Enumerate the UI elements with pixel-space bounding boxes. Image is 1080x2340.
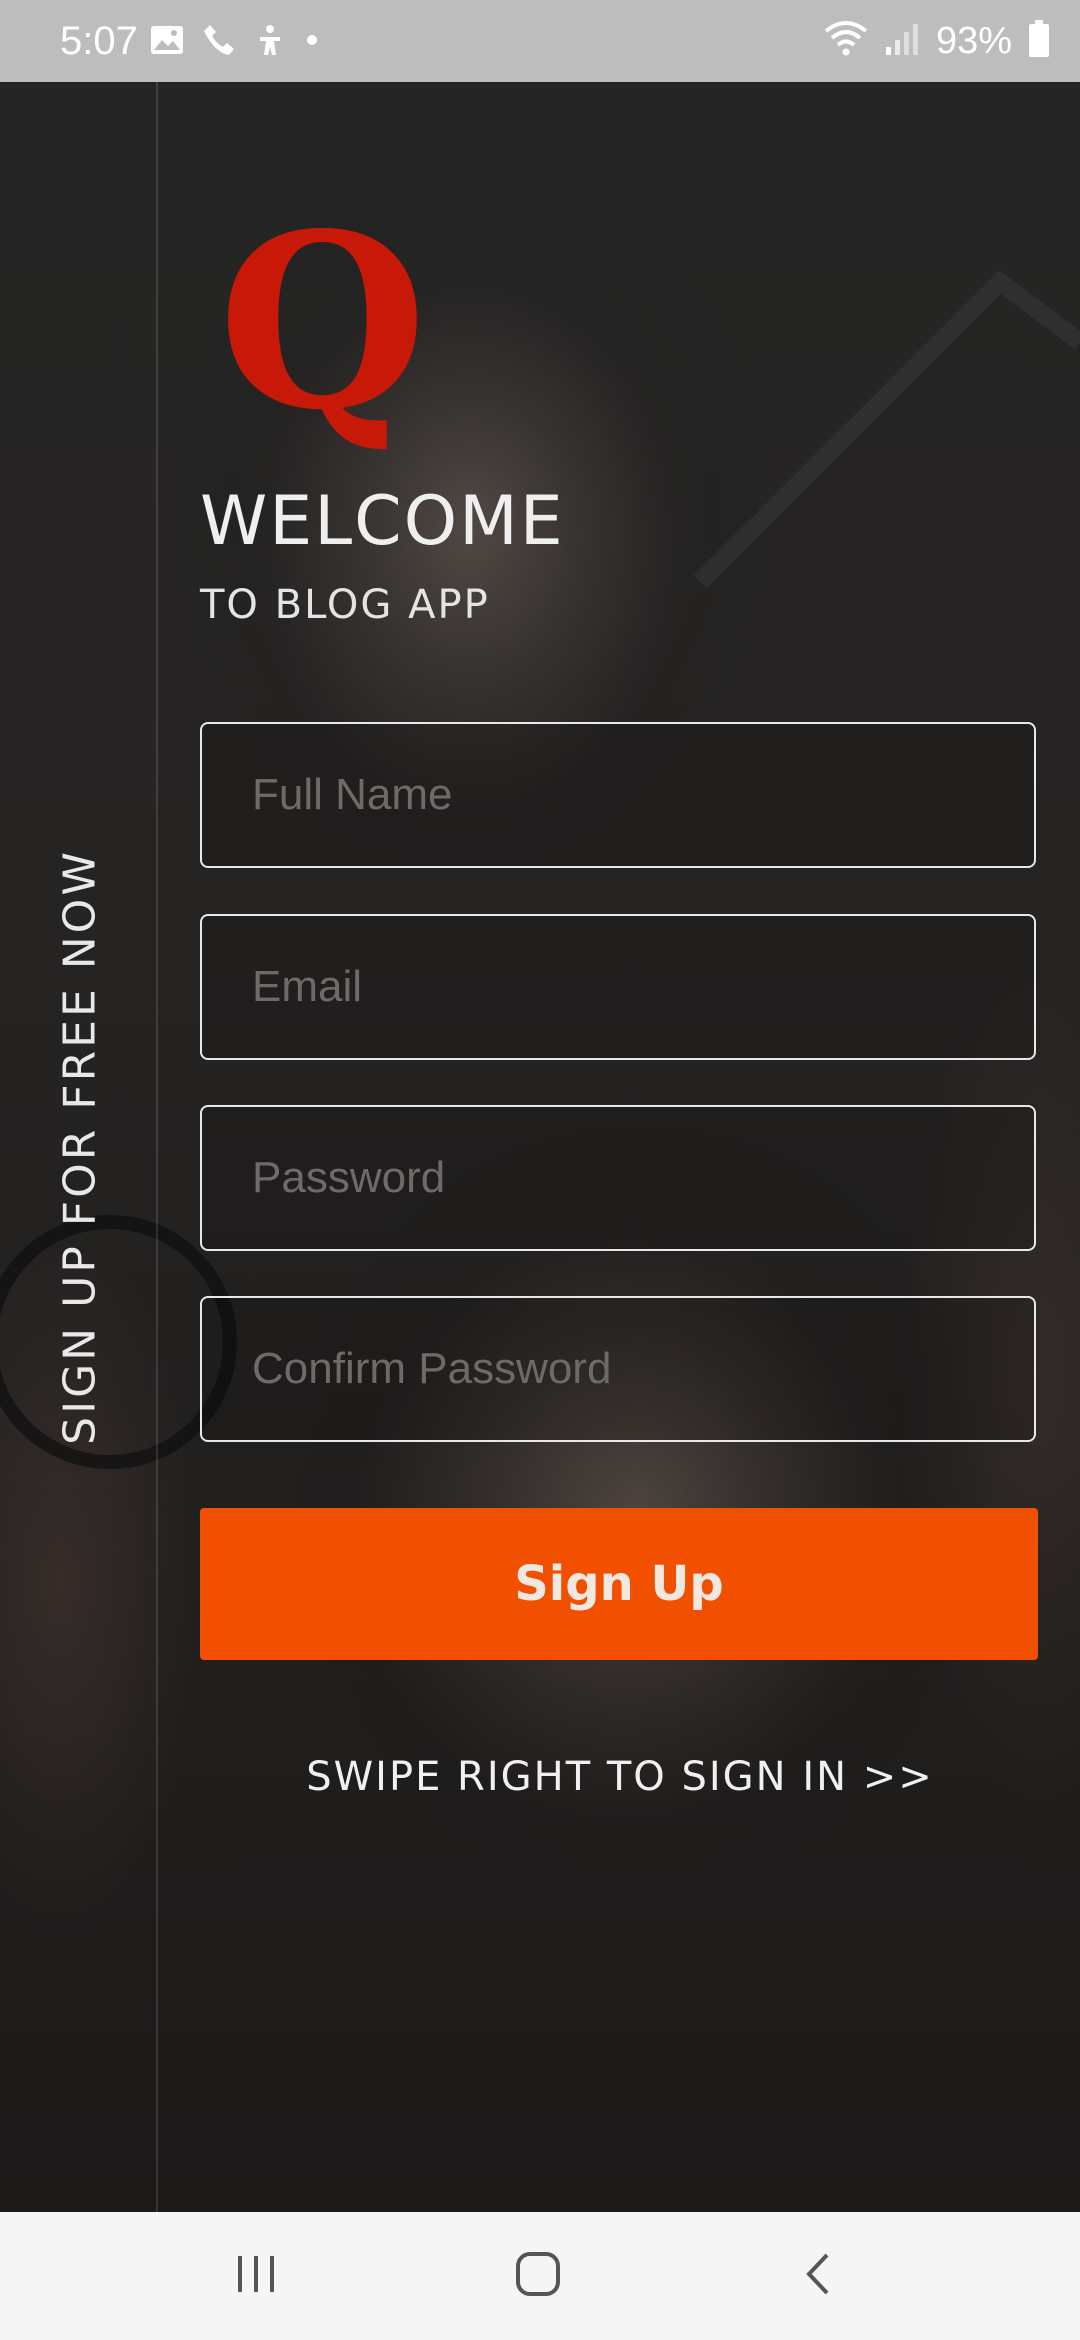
recent-apps-icon — [234, 2254, 278, 2299]
sign-up-button[interactable]: Sign Up — [200, 1508, 1038, 1660]
status-bar: 5:07 93% — [0, 0, 1080, 82]
status-left-icons — [150, 22, 320, 62]
signup-screen: SIGN UP FOR FREE NOW Q WELCOME TO BLOG A… — [0, 82, 1080, 2212]
app-logo: Q — [218, 181, 428, 463]
signal-icon — [884, 21, 920, 62]
phone-icon — [202, 23, 236, 62]
home-button[interactable] — [488, 2236, 588, 2316]
full-name-field-box — [200, 722, 1036, 868]
battery-icon — [1028, 19, 1050, 63]
email-input[interactable] — [202, 916, 1034, 1058]
battery-percentage: 93% — [935, 20, 1012, 62]
full-name-input[interactable] — [202, 724, 1034, 866]
home-icon — [515, 2251, 561, 2302]
confirm-password-input[interactable] — [202, 1298, 1034, 1440]
recent-apps-button[interactable] — [206, 2236, 306, 2316]
system-nav-bar — [0, 2212, 1080, 2340]
status-right: 93% — [824, 18, 1050, 64]
password-input[interactable] — [202, 1107, 1034, 1249]
page-title: WELCOME — [200, 482, 565, 561]
side-divider — [156, 82, 158, 2212]
email-field-box — [200, 914, 1036, 1060]
page-subtitle: TO BLOG APP — [200, 582, 490, 628]
back-icon — [803, 2251, 833, 2302]
password-field-box — [200, 1105, 1036, 1251]
confirm-password-field-box — [200, 1296, 1036, 1442]
dot-icon — [304, 32, 320, 53]
wifi-icon — [824, 20, 868, 62]
image-icon — [150, 25, 184, 60]
back-button[interactable] — [768, 2236, 868, 2316]
status-time: 5:07 — [60, 19, 138, 63]
swipe-to-sign-in-link[interactable]: SWIPE RIGHT TO SIGN IN >> — [0, 1754, 1080, 1800]
accessibility-icon — [254, 23, 286, 62]
signup-side-label: SIGN UP FOR FREE NOW — [54, 849, 106, 1445]
